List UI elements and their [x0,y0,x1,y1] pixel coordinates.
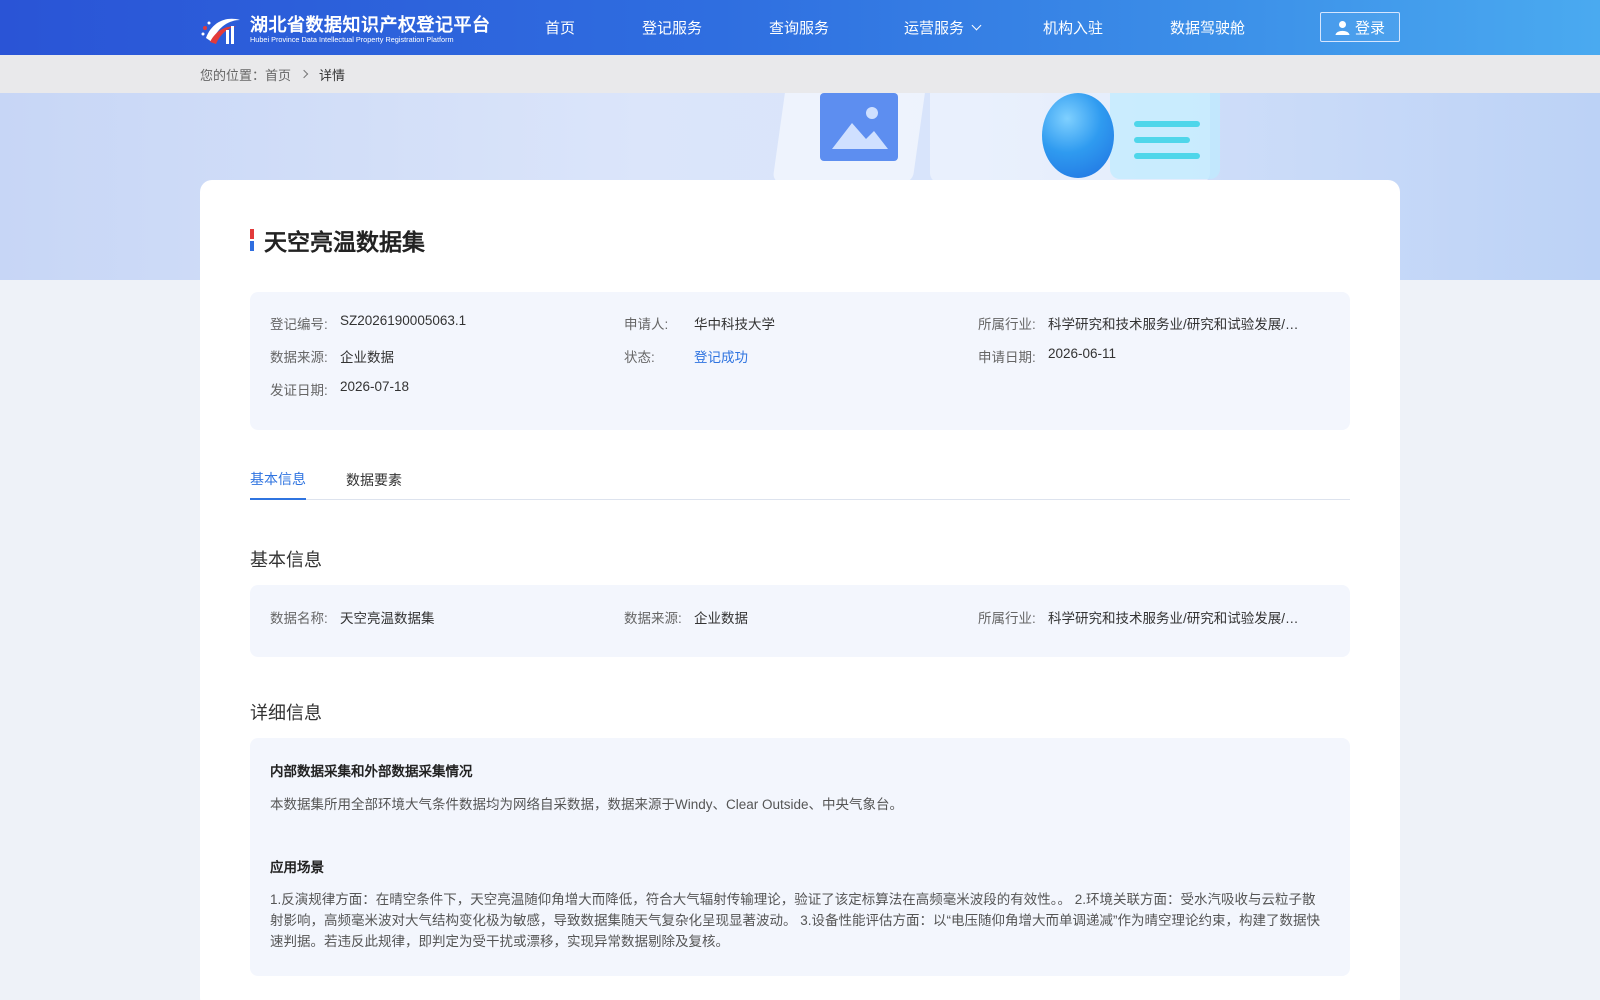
nav-operation-service[interactable]: 运营服务 [904,0,982,55]
logo-title-cn: 湖北省数据知识产权登记平台 [250,15,491,35]
top-header: 湖北省数据知识产权登记平台 Hubei Province Data Intell… [0,0,1600,55]
tab-basic-info[interactable]: 基本信息 [250,460,306,500]
field-source: 数据来源: 企业数据 [270,350,394,365]
scenario-heading: 应用场景 [270,860,324,875]
banner-decor-doc [1110,93,1220,179]
status-badge: 登记成功 [694,350,748,365]
breadcrumb-prefix: 您的位置： [200,67,266,83]
nav-operation-label: 运营服务 [904,20,965,37]
login-button[interactable]: 登录 [1320,12,1400,42]
summary-panel: 登记编号: SZ2026190005063.1 申请人: 华中科技大学 所属行业… [250,292,1350,430]
image-icon [820,93,898,161]
nav-data-cockpit[interactable]: 数据驾驶舱 [1170,0,1245,55]
detail-tabs: 基本信息 数据要素 [250,460,1350,500]
field-data-name: 数据名称: 天空亮温数据集 [270,611,435,626]
banner-sphere-decor [1042,93,1114,178]
chevron-down-icon [971,20,982,30]
nav-query-service[interactable]: 查询服务 [769,0,829,55]
scenario-text: 1.反演规律方面：在晴空条件下，天空亮温随仰角增大而降低，符合大气辐射传输理论，… [270,892,1320,949]
breadcrumb-home-link[interactable]: 首页 [265,65,291,84]
breadcrumb-bar: 您的位置： 首页 详情 [0,55,1600,93]
collection-text: 本数据集所用全部环境大气条件数据均为网络自采数据，数据来源于Windy、Clea… [270,797,904,812]
section-title-basic: 基本信息 [250,550,322,570]
field-apply-date: 申请日期: 2026-06-11 [978,346,1117,365]
dataset-title: 天空亮温数据集 [264,229,425,255]
field-reg-no: 登记编号: SZ2026190005063.1 [270,313,467,332]
chevron-right-icon [299,69,309,79]
tab-data-elements[interactable]: 数据要素 [346,460,402,500]
nav-register-service[interactable]: 登记服务 [642,0,702,55]
nav-home[interactable]: 首页 [545,0,575,55]
nav-institution-join[interactable]: 机构入驻 [1043,0,1103,55]
section-title-detail: 详细信息 [250,703,322,723]
basic-info-panel: 数据名称: 天空亮温数据集 数据来源: 企业数据 所属行业: 科学研究和技术服务… [250,585,1350,657]
field-data-industry: 所属行业: 科学研究和技术服务业/研究和试验发展/… [978,611,1299,626]
login-label: 登录 [1354,19,1385,37]
field-issue-date: 发证日期: 2026-07-18 [270,379,410,398]
field-industry: 所属行业: 科学研究和技术服务业/研究和试验发展/… [978,317,1299,332]
collection-heading: 内部数据采集和外部数据采集情况 [270,764,473,779]
field-status: 状态: 登记成功 [624,346,954,366]
logo-emblem-icon [200,12,246,48]
logo-title-en: Hubei Province Data Intellectual Propert… [250,35,454,44]
detail-info-panel: 内部数据采集和外部数据采集情况 本数据集所用全部环境大气条件数据均为网络自采数据… [250,738,1350,976]
breadcrumb: 您的位置： 首页 详情 [200,55,345,93]
breadcrumb-current: 详情 [319,67,346,83]
field-applicant: 申请人: 华中科技大学 [624,317,775,332]
user-icon [1335,20,1350,35]
title-accent-bar [250,229,254,251]
detail-card: 天空亮温数据集 登记编号: SZ2026190005063.1 申请人: 华中科… [200,180,1400,1000]
field-data-source: 数据来源: 企业数据 [624,611,748,626]
platform-logo[interactable]: 湖北省数据知识产权登记平台 Hubei Province Data Intell… [200,12,491,48]
